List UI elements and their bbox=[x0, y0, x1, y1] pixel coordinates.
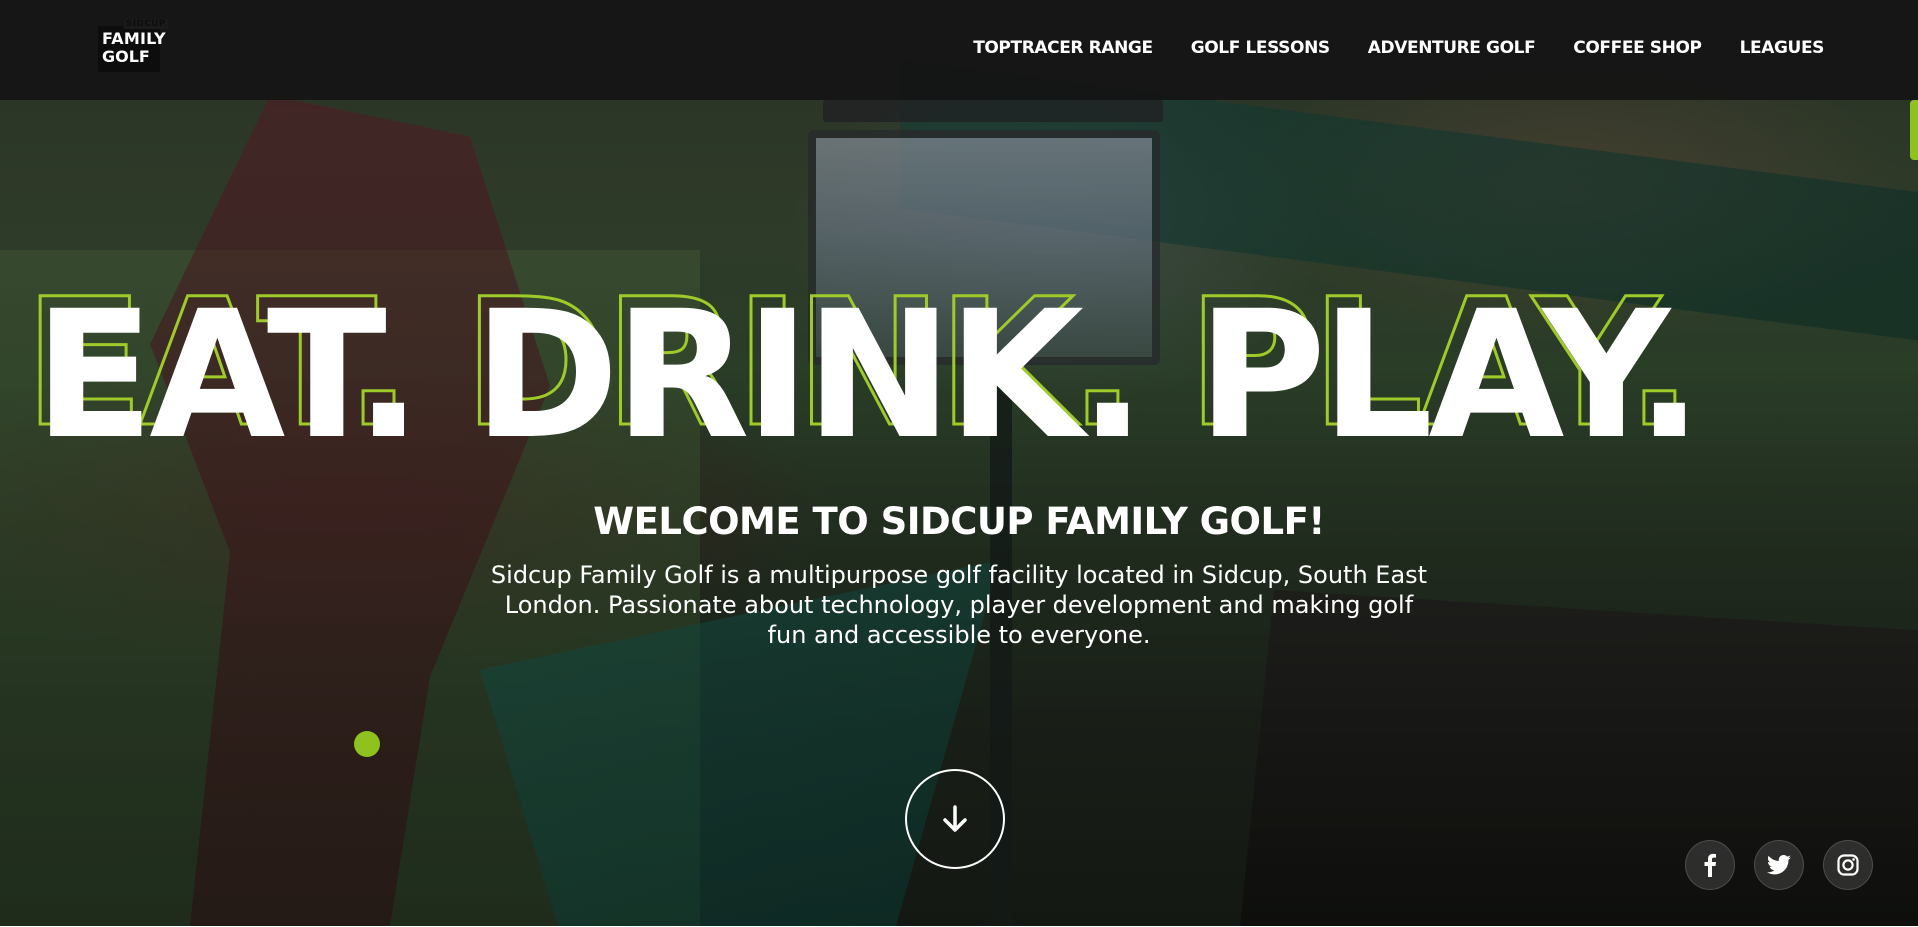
scroll-down-button[interactable] bbox=[905, 769, 1005, 869]
facebook-icon bbox=[1704, 853, 1716, 877]
arrow-down-icon bbox=[943, 805, 967, 832]
main-nav: TOPTRACER RANGE GOLF LESSONS ADVENTURE G… bbox=[973, 38, 1824, 58]
nav-item-golf-lessons[interactable]: GOLF LESSONS bbox=[1191, 38, 1330, 58]
welcome-text: Sidcup Family Golf is a multipurpose gol… bbox=[490, 561, 1428, 649]
page-scroll-indicator bbox=[1910, 100, 1918, 160]
welcome-title: WELCOME TO SIDCUP FAMILY GOLF! bbox=[593, 500, 1325, 543]
nav-item-coffee-shop[interactable]: COFFEE SHOP bbox=[1573, 38, 1702, 58]
logo-text-family: FAMILY bbox=[102, 29, 166, 48]
site-logo[interactable]: SIDCUP FAMILY GOLF bbox=[98, 19, 168, 72]
hero-section: EAT. DRINK. PLAY. EAT. DRINK. PLAY. WELC… bbox=[0, 0, 1918, 926]
nav-item-adventure-golf[interactable]: ADVENTURE GOLF bbox=[1368, 38, 1536, 58]
headline-text: EAT. DRINK. PLAY. bbox=[34, 273, 1703, 478]
twitter-link[interactable] bbox=[1754, 840, 1804, 890]
instagram-icon bbox=[1837, 854, 1859, 876]
facebook-link[interactable] bbox=[1685, 840, 1735, 890]
top-navbar: SIDCUP FAMILY GOLF TOPTRACER RANGE GOLF … bbox=[0, 0, 1918, 100]
instagram-link[interactable] bbox=[1823, 840, 1873, 890]
logo-small-text: SIDCUP bbox=[124, 19, 168, 29]
nav-item-leagues[interactable]: LEAGUES bbox=[1740, 38, 1825, 58]
nav-item-toptracer-range[interactable]: TOPTRACER RANGE bbox=[973, 38, 1153, 58]
twitter-icon bbox=[1767, 855, 1791, 875]
decorative-dot bbox=[354, 731, 380, 757]
logo-text-golf: GOLF bbox=[102, 47, 150, 66]
hero-headline: EAT. DRINK. PLAY. EAT. DRINK. PLAY. bbox=[23, 272, 1908, 466]
